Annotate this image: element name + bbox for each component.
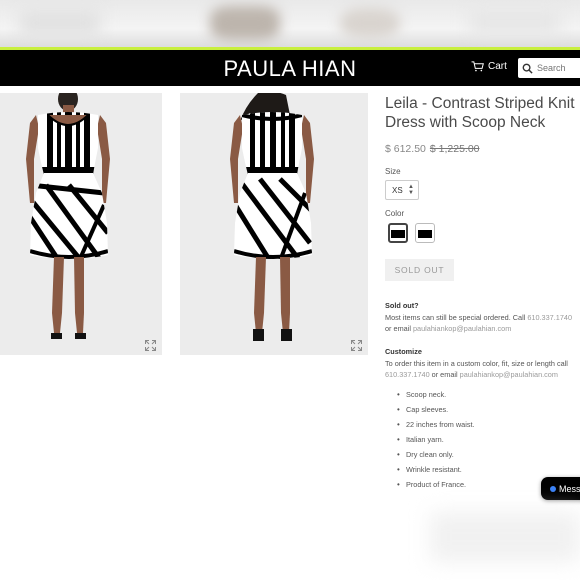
search-box[interactable]: [518, 58, 580, 78]
customize-heading: Customize: [385, 347, 422, 356]
select-arrows-icon: ▲ ▼: [408, 184, 414, 196]
product-image-front[interactable]: [0, 93, 162, 355]
chat-label: Mess: [559, 483, 580, 494]
email-link[interactable]: paulahiankop@paulahian.com: [413, 324, 511, 333]
cart-label: Cart: [488, 61, 507, 72]
product-price: $ 612.50 $ 1,225.00: [385, 143, 480, 155]
sale-price: $ 612.50: [385, 143, 426, 155]
email-link[interactable]: paulahiankop@paulahian.com: [460, 370, 558, 379]
search-input[interactable]: [537, 63, 580, 73]
sold-out-note: Sold out? Most items can still be specia…: [385, 300, 577, 335]
swatch-fill: [391, 228, 405, 238]
status-dot-icon: [550, 485, 556, 492]
list-item: Product of France.: [397, 479, 475, 494]
customize-note: Customize To order this item in a custom…: [385, 346, 577, 381]
product-title: Leila - Contrast Striped Knit Dress with…: [385, 95, 575, 131]
cart-link[interactable]: Cart: [471, 61, 507, 72]
blurred-footer: [430, 512, 580, 562]
color-label: Color: [385, 209, 405, 218]
customize-text-mid: or email: [429, 370, 460, 379]
product-image-back[interactable]: [180, 93, 368, 355]
list-item: Wrinkle resistant.: [397, 464, 475, 479]
color-swatch-black-selected[interactable]: [388, 223, 408, 243]
list-item: Italian yarn.: [397, 434, 475, 449]
size-select[interactable]: XS ▲ ▼: [385, 180, 419, 200]
customize-text: To order this item in a custom color, fi…: [385, 358, 568, 368]
swatch-fill: [418, 228, 432, 238]
list-item: Scoop neck.: [397, 389, 475, 404]
expand-icon[interactable]: [351, 340, 362, 351]
sold-out-text: Most items can still be special ordered.…: [385, 312, 528, 322]
sold-out-text-mid: or email: [385, 324, 413, 333]
compare-price: $ 1,225.00: [429, 143, 480, 155]
chat-button[interactable]: Mess: [541, 477, 580, 500]
expand-icon[interactable]: [145, 340, 156, 351]
site-header: PAULA HIAN Cart: [0, 50, 580, 86]
color-swatch-black[interactable]: [415, 223, 435, 243]
sold-out-button[interactable]: SOLD OUT: [385, 259, 454, 281]
list-item: Cap sleeves.: [397, 404, 475, 419]
size-label: Size: [385, 167, 401, 176]
cart-icon: [471, 61, 484, 72]
search-icon: [522, 63, 533, 74]
blurred-banner: [0, 0, 580, 48]
list-item: Dry clean only.: [397, 449, 475, 464]
sold-out-heading: Sold out?: [385, 301, 419, 310]
size-value: XS: [392, 185, 403, 195]
feature-list: Scoop neck. Cap sleeves. 22 inches from …: [397, 389, 475, 494]
list-item: 22 inches from waist.: [397, 419, 475, 434]
phone-link[interactable]: 610.337.1740: [527, 313, 572, 322]
phone-link[interactable]: 610.337.1740: [385, 370, 430, 379]
